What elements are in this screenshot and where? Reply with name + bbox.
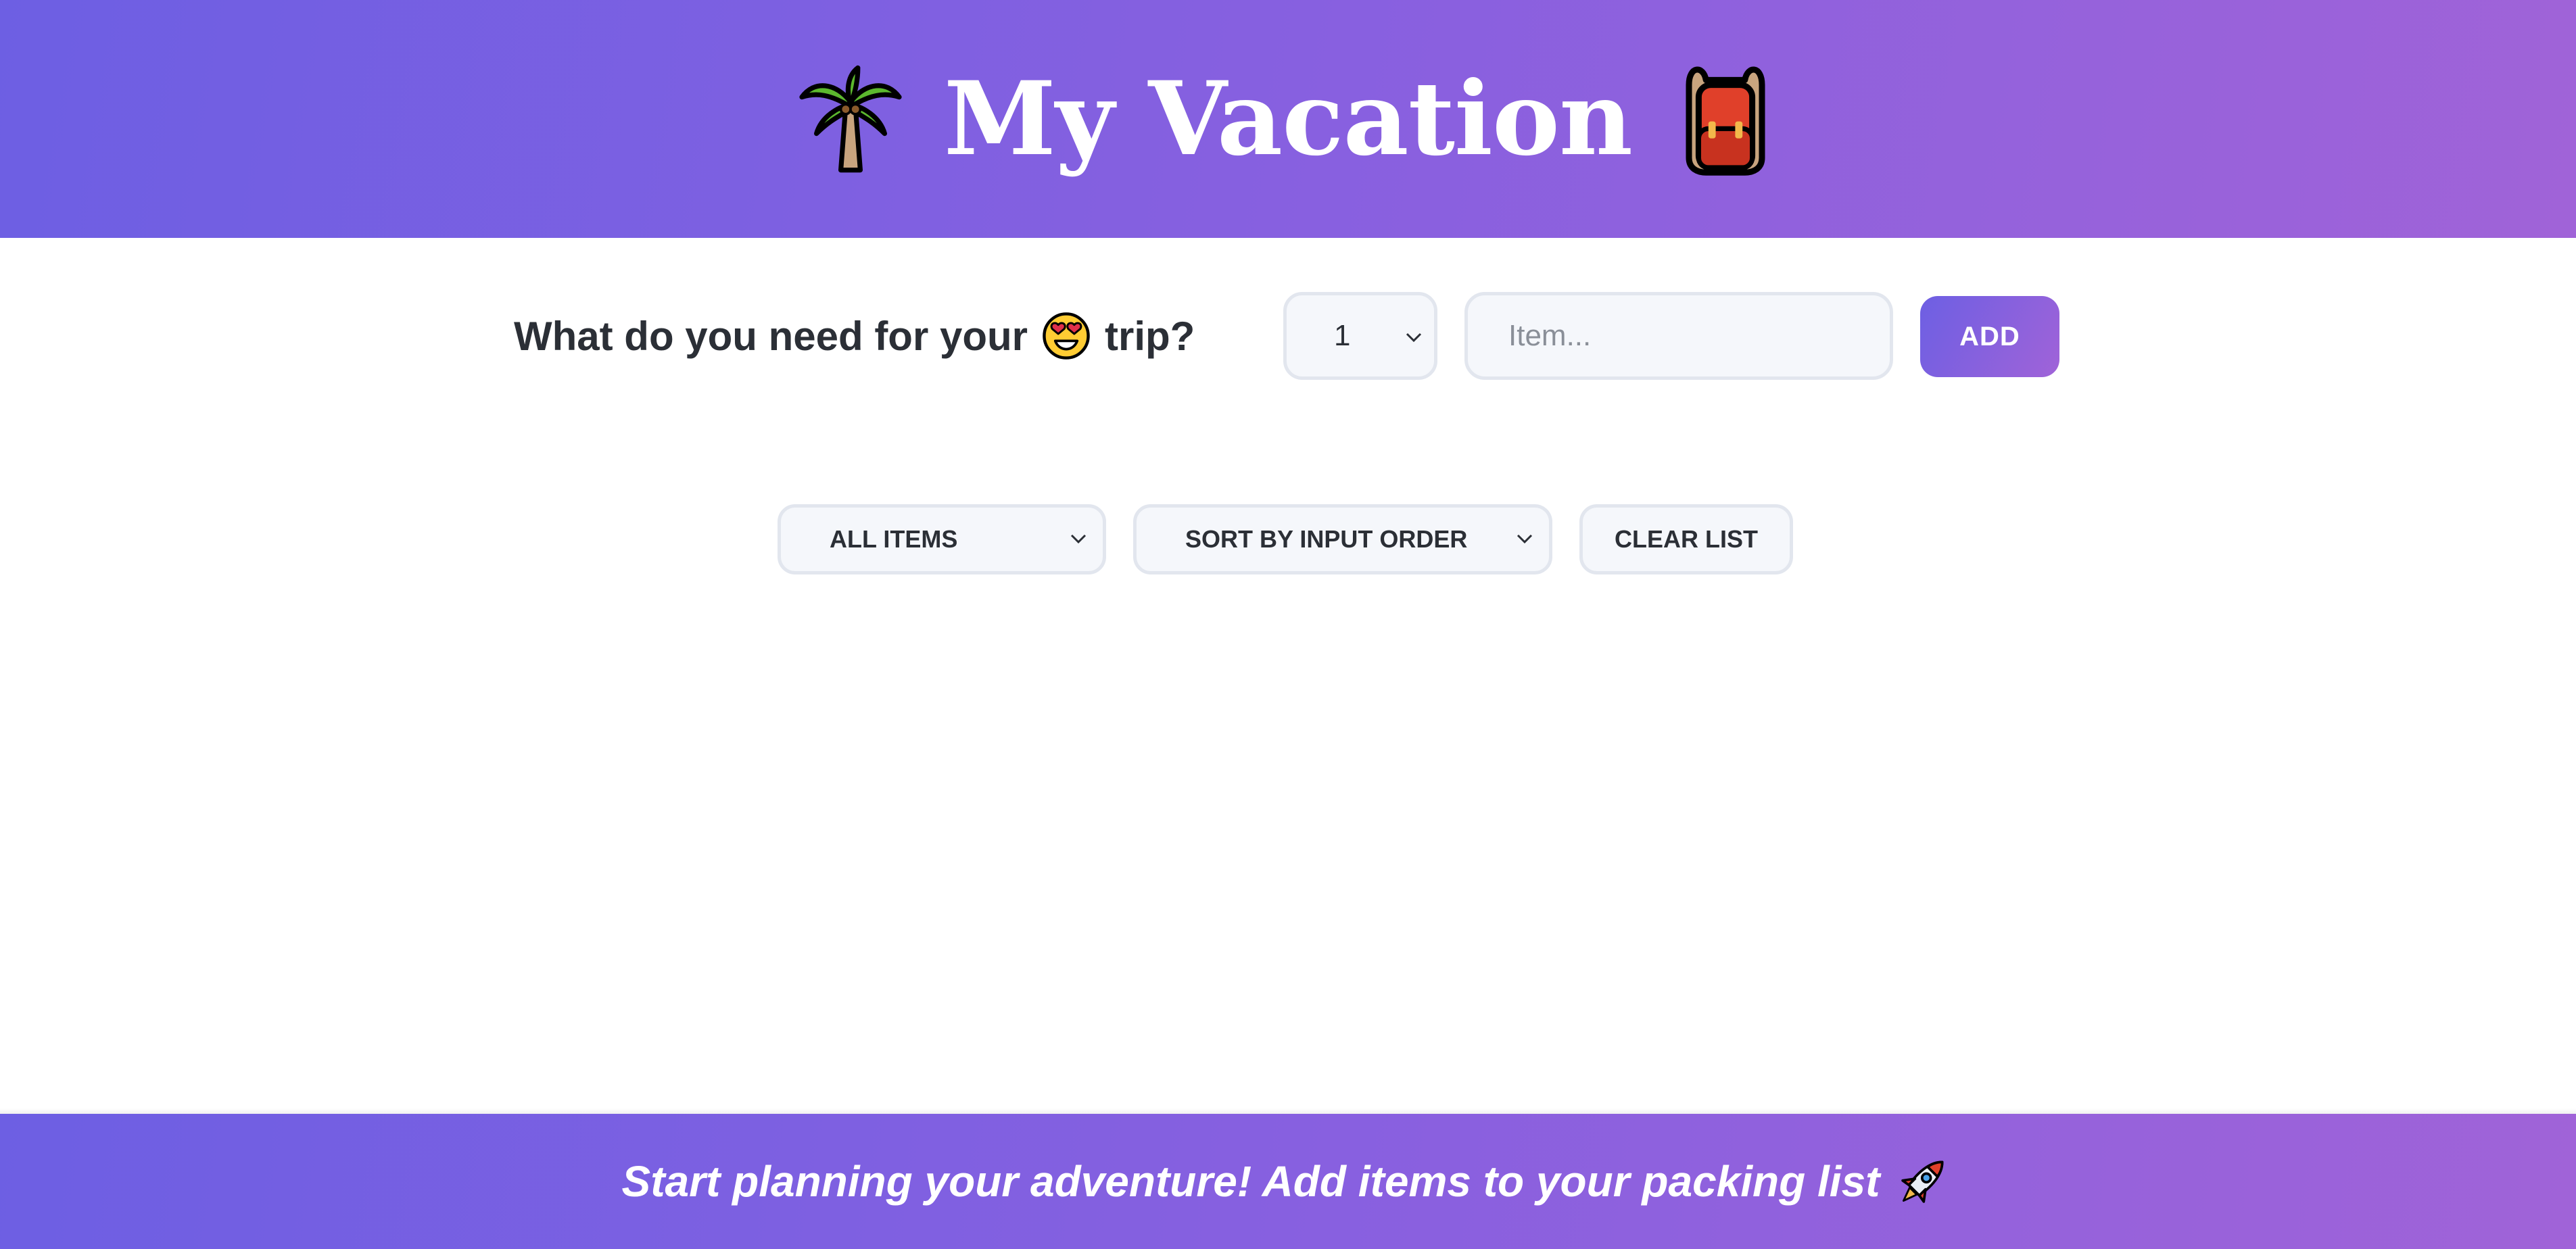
- header-content: My Vacation: [790, 58, 1786, 180]
- question-text: What do you need for your: [514, 313, 1028, 359]
- app-header: My Vacation: [0, 0, 2576, 238]
- chevron-down-icon: [1070, 534, 1087, 544]
- palm-tree-icon: [799, 65, 902, 173]
- footer-divider: [0, 1108, 2576, 1114]
- chevron-down-icon: [1517, 534, 1533, 544]
- heart-eyes-face-icon: [1043, 312, 1090, 360]
- filter-value: ALL ITEMS: [830, 525, 958, 553]
- app-footer: Start planning your adventure! Add items…: [0, 1114, 2576, 1249]
- add-button[interactable]: ADD: [1920, 296, 2059, 377]
- packing-list: [0, 595, 2576, 1095]
- item-input[interactable]: [1464, 292, 1893, 380]
- form-question: What do you need for your trip?: [514, 311, 1195, 361]
- chevron-down-icon: [1406, 333, 1422, 343]
- rocket-icon: [1901, 1160, 1944, 1203]
- quantity-select[interactable]: 1: [1283, 292, 1437, 380]
- list-controls: ALL ITEMS SORT BY INPUT ORDER CLEAR LIST: [0, 504, 2576, 574]
- sort-value: SORT BY INPUT ORDER: [1185, 525, 1468, 553]
- sort-select[interactable]: SORT BY INPUT ORDER: [1133, 504, 1552, 574]
- backpack-icon: [1686, 66, 1765, 176]
- app-title: My Vacation: [943, 59, 1633, 178]
- filter-select[interactable]: ALL ITEMS: [778, 504, 1106, 574]
- add-item-form: What do you need for your trip? 1 ADD: [514, 292, 2059, 380]
- question-suffix: trip?: [1105, 313, 1195, 359]
- footer-message: Start planning your adventure! Add items…: [621, 1157, 1880, 1206]
- clear-list-button[interactable]: CLEAR LIST: [1579, 504, 1793, 574]
- app-root: My Vacation What do you need for your tr…: [0, 0, 2576, 1249]
- quantity-value: 1: [1334, 319, 1351, 352]
